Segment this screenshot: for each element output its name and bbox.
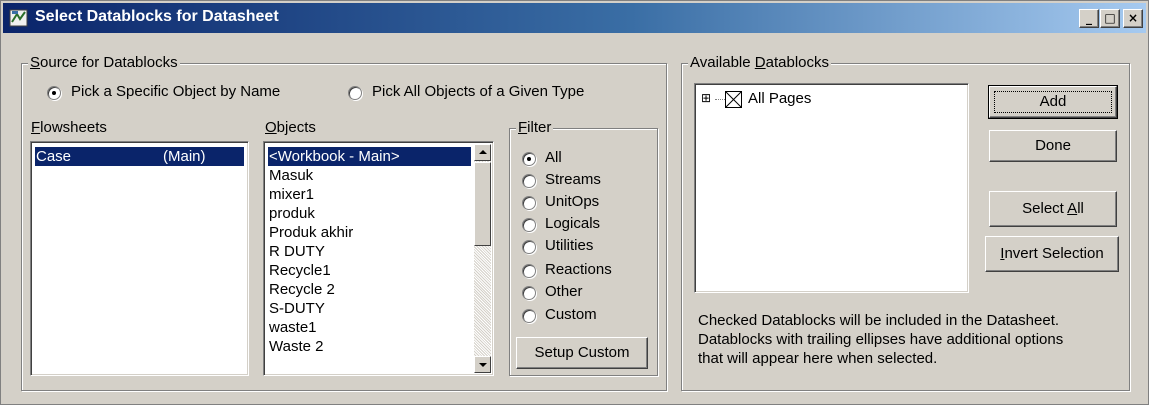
list-item[interactable]: Produk akhir xyxy=(268,223,353,242)
filter-label-logicals: Logicals xyxy=(545,215,601,232)
filter-radio-utilities[interactable] xyxy=(522,240,536,254)
radio-pick-all-type[interactable] xyxy=(348,86,362,100)
invert-selection-button[interactable]: Invert Selection xyxy=(985,236,1119,272)
dialog-window: Select Datablocks for Datasheet _ □ × So… xyxy=(0,0,1149,405)
add-button[interactable]: Add xyxy=(988,85,1118,119)
info-line: Datablocks with trailing ellipses have a… xyxy=(698,331,1064,348)
checkbox-crossed-icon[interactable] xyxy=(725,91,742,108)
list-item[interactable]: Waste 2 xyxy=(268,337,323,356)
list-item[interactable]: Masuk xyxy=(268,166,313,185)
expand-icon[interactable]: ⊞ xyxy=(701,91,711,105)
list-item[interactable]: produk xyxy=(268,204,315,223)
filter-label-streams: Streams xyxy=(545,171,601,188)
scroll-down-button[interactable] xyxy=(474,356,491,373)
radio-pick-specific[interactable] xyxy=(47,86,61,100)
filter-label-all: All xyxy=(545,149,562,166)
done-button-label: Done xyxy=(1035,137,1071,154)
filter-radio-unitops[interactable] xyxy=(522,196,536,210)
list-item[interactable]: Case (Main) xyxy=(35,147,244,166)
list-item[interactable]: mixer1 xyxy=(268,185,314,204)
tree-connector xyxy=(715,99,725,100)
focus-rect xyxy=(994,91,1112,113)
list-item[interactable]: Recycle 2 xyxy=(268,280,335,299)
objects-label: Objects xyxy=(265,119,316,136)
arrow-up-icon xyxy=(479,150,487,154)
filter-radio-reactions[interactable] xyxy=(522,264,536,278)
filter-label-custom: Custom xyxy=(545,306,597,323)
invert-selection-label: Invert Selection xyxy=(1000,245,1104,262)
title-bar[interactable]: Select Datablocks for Datasheet _ □ × xyxy=(3,3,1146,33)
objects-scrollbar[interactable] xyxy=(474,144,491,373)
minimize-icon: _ xyxy=(1086,11,1092,25)
scroll-up-button[interactable] xyxy=(474,144,491,161)
list-item[interactable]: <Workbook - Main> xyxy=(268,147,471,166)
arrow-down-icon xyxy=(479,363,487,367)
list-item[interactable]: R DUTY xyxy=(268,242,325,261)
filter-radio-custom[interactable] xyxy=(522,309,536,323)
select-all-label: Select All xyxy=(1022,200,1084,217)
radio-pick-specific-label: Pick a Specific Object by Name xyxy=(71,83,281,100)
maximize-icon: □ xyxy=(1104,11,1116,25)
flowsheet-name: Case xyxy=(36,148,72,165)
info-line: Checked Datablocks will be included in t… xyxy=(698,312,1060,329)
filter-radio-streams[interactable] xyxy=(522,174,536,188)
setup-custom-label: Setup Custom xyxy=(534,344,630,361)
radio-pick-all-type-label: Pick All Objects of a Given Type xyxy=(372,83,585,100)
filter-label-reactions: Reactions xyxy=(545,261,612,278)
setup-custom-button[interactable]: Setup Custom xyxy=(516,337,648,369)
filter-label-unitops: UnitOps xyxy=(545,193,600,210)
filter-group-legend: Filter xyxy=(516,119,554,136)
tree-item-label: All Pages xyxy=(748,90,812,107)
list-item[interactable]: Recycle1 xyxy=(268,261,331,280)
scroll-thumb[interactable] xyxy=(474,162,491,246)
flowsheets-list[interactable]: Case (Main) xyxy=(30,141,249,376)
close-button[interactable]: × xyxy=(1123,9,1143,28)
flowsheet-tag: (Main) xyxy=(163,148,206,165)
select-all-button[interactable]: Select All xyxy=(989,191,1117,227)
filter-label-other: Other xyxy=(545,283,583,300)
minimize-button[interactable]: _ xyxy=(1079,9,1099,28)
available-group-legend: Available Datablocks xyxy=(688,54,831,71)
window-title: Select Datablocks for Datasheet xyxy=(35,8,279,25)
info-text: Checked Datablocks will be included in t… xyxy=(698,311,1128,368)
filter-radio-other[interactable] xyxy=(522,286,536,300)
app-icon xyxy=(9,9,28,27)
objects-list[interactable]: <Workbook - Main> Masuk mixer1 produk Pr… xyxy=(263,141,494,376)
close-icon: × xyxy=(1127,11,1139,25)
datablocks-tree[interactable]: ⊞ All Pages xyxy=(694,83,969,293)
filter-radio-all[interactable] xyxy=(522,152,536,166)
list-item[interactable]: waste1 xyxy=(268,318,317,337)
done-button[interactable]: Done xyxy=(989,130,1117,162)
maximize-button[interactable]: □ xyxy=(1100,9,1120,28)
flowsheets-label: Flowsheets xyxy=(31,119,107,136)
filter-label-utilities: Utilities xyxy=(545,237,594,254)
filter-radio-logicals[interactable] xyxy=(522,218,536,232)
list-item[interactable]: S-DUTY xyxy=(268,299,325,318)
info-line: that will appear here when selected. xyxy=(698,350,938,367)
source-group-legend: Source for Datablocks xyxy=(28,54,180,71)
